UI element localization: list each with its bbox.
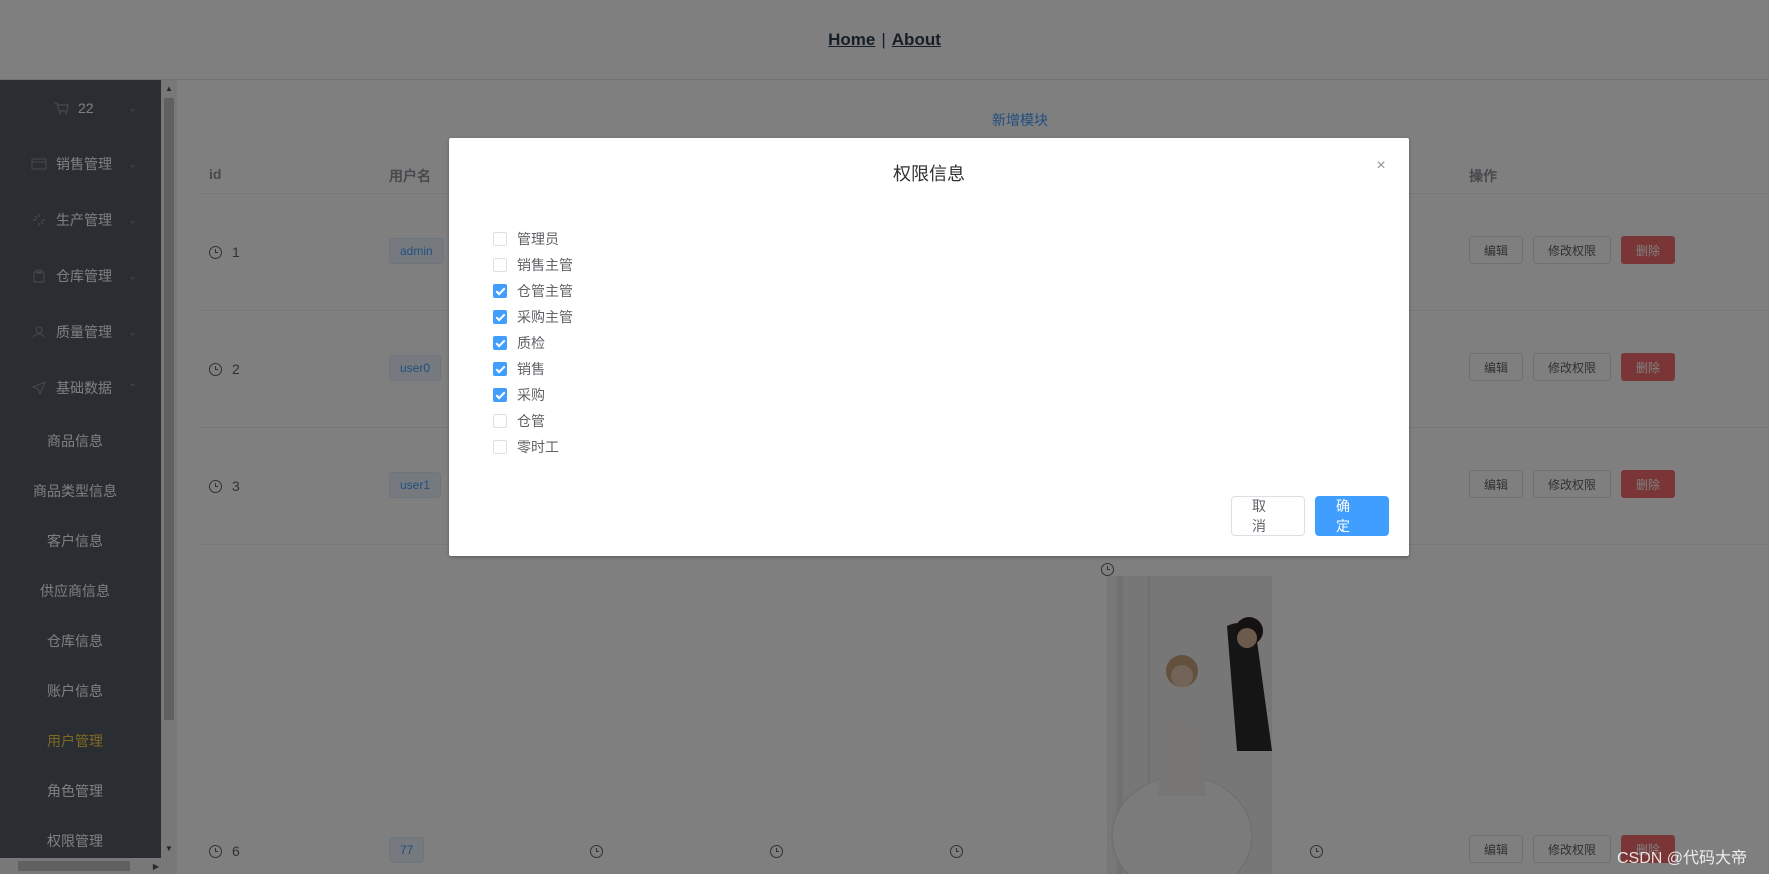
checkbox[interactable] [493, 232, 507, 246]
checkbox-checked[interactable] [493, 336, 507, 350]
permission-option[interactable]: 销售主管 [493, 252, 573, 278]
option-label: 采购 [517, 387, 545, 403]
watermark: CSDN @代码大帝 [1617, 850, 1748, 867]
option-label: 采购主管 [517, 309, 573, 325]
option-label: 销售主管 [517, 257, 573, 273]
option-label: 仓管 [517, 413, 545, 429]
permission-option[interactable]: 管理员 [493, 226, 573, 252]
option-label: 管理员 [517, 231, 559, 247]
close-icon[interactable]: × [1373, 158, 1389, 174]
checkbox[interactable] [493, 440, 507, 454]
permission-option[interactable]: 采购主管 [493, 304, 573, 330]
permission-option[interactable]: 仓管主管 [493, 278, 573, 304]
dialog-title: 权限信息 [893, 164, 965, 184]
option-label: 仓管主管 [517, 283, 573, 299]
permission-option[interactable]: 零时工 [493, 434, 573, 460]
permission-option[interactable]: 质检 [493, 330, 573, 356]
checkbox-checked[interactable] [493, 362, 507, 376]
permission-option[interactable]: 仓管 [493, 408, 573, 434]
option-label: 零时工 [517, 439, 559, 455]
cancel-button[interactable]: 取 消 [1231, 496, 1305, 536]
permission-option[interactable]: 采购 [493, 382, 573, 408]
checkbox[interactable] [493, 258, 507, 272]
checkbox-checked[interactable] [493, 310, 507, 324]
option-label: 销售 [517, 361, 545, 377]
checkbox-checked[interactable] [493, 284, 507, 298]
option-label: 质检 [517, 335, 545, 351]
checkbox-checked[interactable] [493, 388, 507, 402]
confirm-button[interactable]: 确 定 [1315, 496, 1389, 536]
permission-dialog: 权限信息 × 管理员 销售主管 仓管主管 采购主管 质检 销售 采购 仓管 零时… [449, 138, 1409, 556]
checkbox[interactable] [493, 414, 507, 428]
permission-checkbox-group: 管理员 销售主管 仓管主管 采购主管 质检 销售 采购 仓管 零时工 [493, 226, 573, 460]
permission-option[interactable]: 销售 [493, 356, 573, 382]
